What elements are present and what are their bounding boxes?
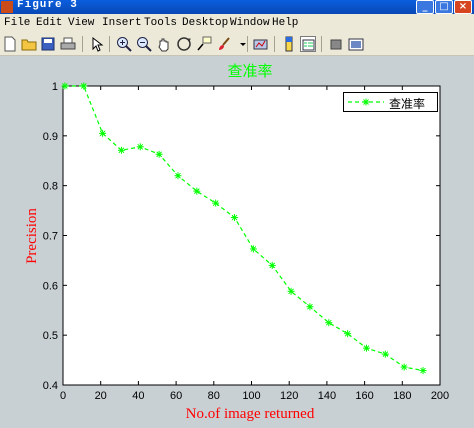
data-point <box>231 214 239 222</box>
data-point <box>212 199 220 207</box>
plot-area[interactable] <box>62 85 441 386</box>
x-axis-label: No.of image returned <box>186 406 315 422</box>
y-tick-label: 0.9 <box>43 131 58 143</box>
x-tick-label: 40 <box>132 390 144 402</box>
chart-title: 查准率 <box>227 62 272 80</box>
line-chart: 查准率 0 20 40 60 80 100 120 140 160 180 200 0.4 0.5 0.… <box>24 62 449 422</box>
y-tick-label: 0.6 <box>43 280 58 292</box>
data-point <box>381 350 389 358</box>
data-point <box>136 143 144 151</box>
x-tick-label: 180 <box>393 390 411 402</box>
legend-label: 查准率 <box>389 97 426 111</box>
y-tick-label: 1 <box>52 81 58 93</box>
x-tick-label: 140 <box>318 390 336 402</box>
data-point <box>99 129 107 137</box>
data-point <box>287 287 295 295</box>
y-tick-label: 0.5 <box>43 330 58 342</box>
y-tick-label: 0.4 <box>43 380 58 392</box>
x-tick-label: 100 <box>242 390 260 402</box>
data-point <box>193 187 201 195</box>
data-point <box>268 261 276 269</box>
x-tick-label: 60 <box>170 390 182 402</box>
x-tick-label: 20 <box>95 390 107 402</box>
x-tick-label: 120 <box>280 390 298 402</box>
y-axis-label: Precision <box>24 208 40 264</box>
x-tick-label: 160 <box>355 390 373 402</box>
legend[interactable]: 查准率 <box>343 92 438 112</box>
data-point <box>155 150 163 158</box>
data-point <box>362 344 370 352</box>
legend-line-sample <box>348 98 384 106</box>
x-tick-label: 80 <box>208 390 220 402</box>
x-tick-label: 200 <box>431 390 449 402</box>
data-point <box>174 172 182 180</box>
data-point <box>400 363 408 371</box>
data-point <box>306 303 314 311</box>
y-tick-label: 0.8 <box>43 181 58 193</box>
data-point <box>249 245 257 253</box>
data-point <box>80 82 88 90</box>
y-tick-label: 0.7 <box>43 231 58 243</box>
data-point <box>325 319 333 327</box>
data-point <box>117 146 125 154</box>
x-tick-label: 0 <box>60 390 66 402</box>
data-point <box>61 82 69 90</box>
data-point <box>419 367 427 375</box>
data-point <box>344 330 352 338</box>
